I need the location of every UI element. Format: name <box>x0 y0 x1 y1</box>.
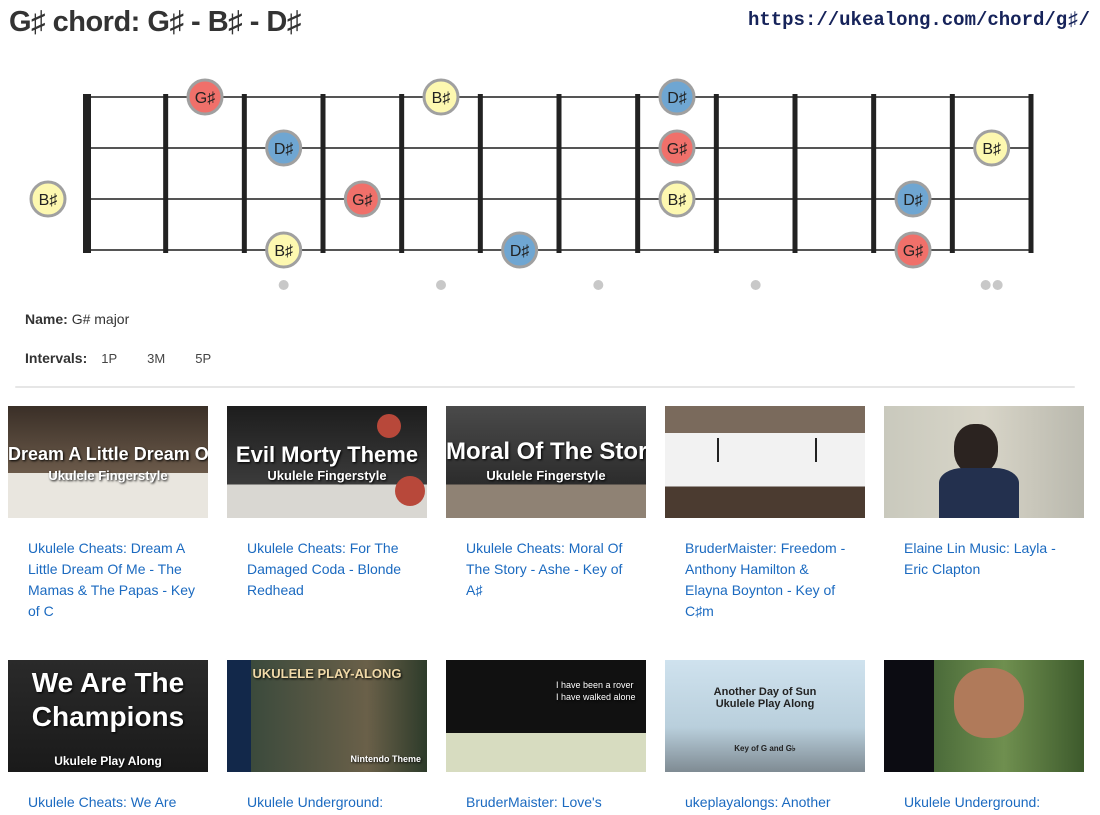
thumbnail-title: I have been a rover <box>556 680 634 690</box>
inlay-dot <box>750 280 761 290</box>
thumbnail-subtitle: Ukulele Fingerstyle <box>267 468 387 483</box>
video-link[interactable]: Ukulele Underground: <box>904 792 1074 813</box>
video-thumbnail[interactable]: Dream A Little Dream Of Me Ukulele Finge… <box>8 406 208 518</box>
video-link[interactable]: Elaine Lin Music: Layla - Eric Clapton <box>904 538 1074 580</box>
thumbnail-subtitle: Ukulele Fingerstyle <box>48 468 168 483</box>
video-link[interactable]: Ukulele Cheats: Dream A Little Dream Of … <box>28 538 198 622</box>
note-label: B♯ <box>274 243 293 260</box>
video-link[interactable]: ukeplayalongs: Another <box>685 792 855 813</box>
video-link[interactable]: Ukulele Underground: <box>247 792 417 813</box>
note-label: D♯ <box>667 90 687 107</box>
video-link[interactable]: Ukulele Cheats: For The Damaged Coda - B… <box>247 538 417 601</box>
virus-graphic <box>377 414 401 438</box>
thumbnail-title: Evil Morty Theme <box>235 442 419 467</box>
note-label: G♯ <box>903 243 923 260</box>
note-label: D♯ <box>274 141 294 158</box>
name-label: Name: <box>25 311 68 327</box>
note-label: D♯ <box>903 192 923 209</box>
chord-name-row: Name: G# major <box>25 311 129 327</box>
thumbnail-title: Moral Of The Story <box>446 438 646 465</box>
inlay-dot <box>980 280 991 290</box>
note-label: G♯ <box>667 141 687 158</box>
page-title: G♯ chord: G♯ - B♯ - D♯ <box>9 6 301 38</box>
note-label: G♯ <box>352 192 372 209</box>
thumbnail-subtitle: Nintendo Theme <box>350 754 421 764</box>
thumbnail-title: Another Day of Sun Ukulele Play Along <box>713 686 817 710</box>
thumbnail-subtitle: Ukulele Play Along <box>54 754 162 768</box>
note-label: D♯ <box>510 243 530 260</box>
person-graphic <box>954 668 1024 738</box>
note-label: B♯ <box>432 90 451 107</box>
inlay-dot <box>992 280 1003 290</box>
video-link[interactable]: Ukulele Cheats: Moral Of The Story - Ash… <box>466 538 636 601</box>
note-label: B♯ <box>668 192 687 209</box>
thumbnail-subtitle: I have walked alone <box>556 692 636 702</box>
thumbnail-title: We Are The Champions <box>31 667 185 732</box>
video-link[interactable]: BruderMaister: Love's <box>466 792 636 813</box>
inlay-dot <box>436 280 446 290</box>
video-thumbnail[interactable]: I have been a rover I have walked alone <box>446 660 646 772</box>
thumbnail-subtitle: Ukulele Fingerstyle <box>486 468 606 483</box>
note-label: B♯ <box>39 192 58 209</box>
interval-item: 5P <box>195 351 212 366</box>
person-graphic <box>939 468 1019 518</box>
video-thumbnail[interactable]: Evil Morty Theme Ukulele Fingerstyle <box>227 406 427 518</box>
video-thumbnail[interactable]: We Are The Champions Ukulele Play Along <box>8 660 208 772</box>
note-label: G♯ <box>195 90 215 107</box>
thumbnail-subtitle: Key of G and G♭ <box>734 744 796 753</box>
thumbnail-title: Dream A Little Dream Of Me <box>8 444 208 464</box>
video-link[interactable]: BruderMaister: Freedom - Anthony Hamilto… <box>685 538 855 622</box>
video-thumbnail[interactable] <box>884 660 1084 772</box>
person-graphic <box>954 424 998 474</box>
note-label: B♯ <box>982 141 1001 158</box>
inlay-dot <box>278 280 289 290</box>
video-thumbnail[interactable] <box>665 406 865 518</box>
page-url[interactable]: https://ukealong.com/chord/g♯/ <box>748 9 1090 31</box>
video-thumbnail[interactable] <box>884 406 1084 518</box>
interval-item: 3M <box>147 351 166 366</box>
intervals-row: Intervals: 1P 3M 5P <box>25 350 227 366</box>
chord-chart-graphic <box>717 438 817 462</box>
video-thumbnail[interactable]: Another Day of Sun Ukulele Play Along Ke… <box>665 660 865 772</box>
inlay-dot <box>593 280 604 290</box>
video-link[interactable]: Ukulele Cheats: We Are <box>28 792 198 813</box>
thumbnail-title: UKULELE PLAY-ALONG <box>252 666 402 681</box>
fretboard-diagram: B♯ G♯ B♯ D♯ G♯ B♯ D♯ B♯ G♯ D♯ G♯ D♯ B♯ <box>29 78 1034 290</box>
intervals-label: Intervals: <box>25 350 88 366</box>
interval-item: 1P <box>101 351 118 366</box>
chord-name-value: G# major <box>71 311 130 327</box>
section-divider <box>15 386 1075 388</box>
video-thumbnail[interactable]: Moral Of The Story Ukulele Fingerstyle <box>446 406 646 518</box>
video-thumbnail[interactable]: UKULELE PLAY-ALONG Nintendo Theme <box>227 660 427 772</box>
